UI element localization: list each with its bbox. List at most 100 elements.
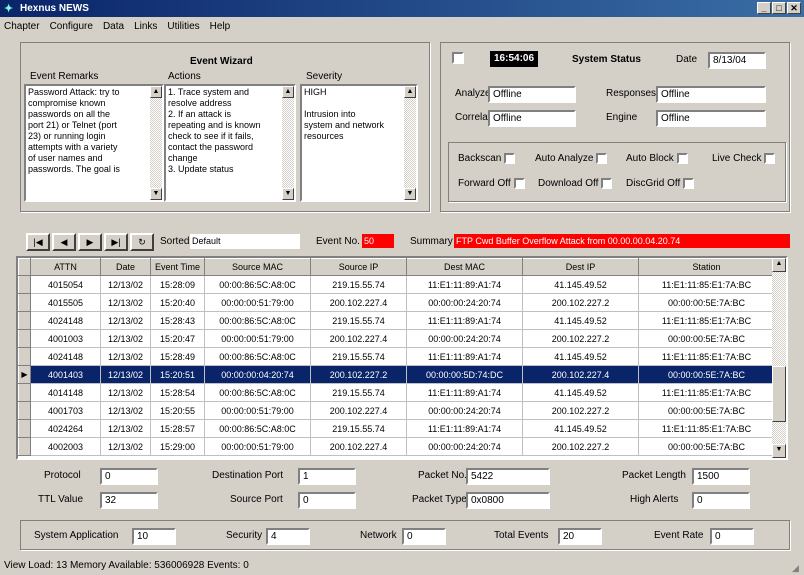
scroll-down-icon[interactable]: ▼ [772,444,786,458]
checkbox-icon[interactable] [683,178,695,189]
auto-block-check[interactable]: Auto Block [626,153,688,164]
engine-field[interactable]: Offline [656,110,766,127]
table-cell[interactable]: 00:00:00:5E:7A:BC [638,293,775,312]
actions-text[interactable]: 1. Trace system and resolve address 2. I… [164,84,296,202]
live-check-check[interactable]: Live Check [712,153,776,164]
network-field[interactable]: 0 [402,528,446,545]
table-cell[interactable]: 4024264 [30,419,101,438]
remarks-scrollbar[interactable]: ▲ ▼ [150,86,162,200]
table-cell[interactable]: 12/13/02 [100,275,151,294]
table-cell[interactable]: 11:E1:11:85:E1:7A:BC [638,419,775,438]
table-cell[interactable]: 00:00:00:5E:7A:BC [638,365,775,384]
table-cell[interactable]: 00:00:00:5E:7A:BC [638,401,775,420]
table-cell[interactable]: 200.102.227.4 [310,401,407,420]
table-cell[interactable]: 00:00:00:51:79:00 [204,329,311,348]
table-row[interactable]: 4001003 12/13/02 15:20:47 00:00:00:51:79:00… [18,329,775,348]
table-cell[interactable]: 11:E1:11:85:E1:7A:BC [638,311,775,330]
download-off-check[interactable]: Download Off [538,178,613,189]
row-selector[interactable] [18,419,31,438]
resize-grip-icon[interactable]: ◢ [792,563,802,573]
table-cell[interactable]: 00:00:00:51:79:00 [204,401,311,420]
table-cell[interactable]: 200.102.227.4 [310,437,407,456]
table-cell[interactable]: 00:00:86:5C:A8:0C [204,275,311,294]
table-cell[interactable]: 12/13/02 [100,311,151,330]
row-pointer-icon[interactable]: ▶ [18,365,31,384]
table-cell[interactable]: 12/13/02 [100,293,151,312]
packet-length-field[interactable]: 1500 [692,468,750,485]
table-cell[interactable]: 15:29:00 [150,437,205,456]
table-cell[interactable]: 4015505 [30,293,101,312]
table-cell[interactable]: 41.145.49.52 [522,275,639,294]
menu-data[interactable]: Data [103,21,124,32]
table-cell[interactable]: 4002003 [30,437,101,456]
col-source-mac[interactable]: Source MAC [204,258,311,276]
table-cell[interactable]: 00:00:00:5E:7A:BC [638,329,775,348]
table-cell[interactable]: 4024148 [30,347,101,366]
table-cell[interactable]: 11:E1:11:85:E1:7A:BC [638,347,775,366]
table-cell[interactable]: 11:E1:11:89:A1:74 [406,347,523,366]
table-cell[interactable]: 200.102.227.4 [310,329,407,348]
date-field[interactable]: 8/13/04 [708,52,766,69]
table-row[interactable]: ▶ 4001403 12/13/02 15:20:51 00:00:00:04:20:7… [18,365,775,384]
correlation-field[interactable]: Offline [488,110,576,127]
table-cell[interactable]: 11:E1:11:89:A1:74 [406,419,523,438]
row-selector[interactable] [18,383,31,402]
col-station[interactable]: Station [638,258,775,276]
col-dest-ip[interactable]: Dest IP [522,258,639,276]
table-cell[interactable]: 200.102.227.4 [522,365,639,384]
high-alerts-field[interactable]: 0 [692,492,750,509]
table-cell[interactable]: 00:00:00:24:20:74 [406,329,523,348]
table-cell[interactable]: 00:00:00:5E:7A:BC [638,437,775,456]
table-cell[interactable]: 4015054 [30,275,101,294]
refresh-button[interactable]: ↻ [130,233,154,251]
ttl-field[interactable]: 32 [100,492,158,509]
menu-help[interactable]: Help [210,21,231,32]
table-cell[interactable]: 15:28:43 [150,311,205,330]
row-selector[interactable] [18,311,31,330]
table-cell[interactable]: 00:00:00:24:20:74 [406,437,523,456]
last-record-button[interactable]: ▶| [104,233,128,251]
table-cell[interactable]: 15:28:54 [150,383,205,402]
minimize-button[interactable]: _ [757,2,771,14]
table-row[interactable]: 4024148 12/13/02 15:28:49 00:00:86:5C:A8:0C… [18,347,775,366]
row-selector[interactable] [18,347,31,366]
packet-no-field[interactable]: 5422 [466,468,550,485]
scroll-up-icon[interactable]: ▲ [404,86,416,98]
table-row[interactable]: 4015054 12/13/02 15:28:09 00:00:86:5C:A8:0C… [18,275,775,294]
table-row[interactable]: 4024148 12/13/02 15:28:43 00:00:86:5C:A8:0C… [18,311,775,330]
dest-port-field[interactable]: 1 [298,468,356,485]
table-cell[interactable]: 219.15.55.74 [310,311,407,330]
close-button[interactable]: ✕ [787,2,801,14]
table-scrollbar[interactable]: ▲ ▼ [772,258,786,458]
table-cell[interactable]: 15:28:57 [150,419,205,438]
table-row[interactable]: 4015505 12/13/02 15:20:40 00:00:00:51:79:00… [18,293,775,312]
table-cell[interactable]: 11:E1:11:85:E1:7A:BC [638,383,775,402]
source-port-field[interactable]: 0 [298,492,356,509]
row-selector[interactable] [18,293,31,312]
event-remarks-text[interactable]: Password Attack: try to compromise known… [24,84,164,202]
scroll-down-icon[interactable]: ▼ [282,188,294,200]
severity-text[interactable]: HIGH Intrusion into system and network r… [300,84,418,202]
row-selector[interactable] [18,275,31,294]
table-cell[interactable]: 200.102.227.2 [522,437,639,456]
table-cell[interactable]: 41.145.49.52 [522,419,639,438]
table-cell[interactable]: 11:E1:11:89:A1:74 [406,311,523,330]
menu-chapter[interactable]: Chapter [4,21,40,32]
checkbox-icon[interactable] [764,153,776,164]
table-cell[interactable]: 200.102.227.2 [522,329,639,348]
scroll-thumb[interactable] [772,366,786,422]
table-cell[interactable]: 4001003 [30,329,101,348]
checkbox-icon[interactable] [676,153,688,164]
col-attn[interactable]: ATTN [30,258,101,276]
analyzer-field[interactable]: Offline [488,86,576,103]
col-dest-mac[interactable]: Dest MAC [406,258,523,276]
table-cell[interactable]: 219.15.55.74 [310,347,407,366]
discgrid-off-check[interactable]: DiscGrid Off [626,178,695,189]
auto-analyze-check[interactable]: Auto Analyze [535,153,608,164]
table-cell[interactable]: 00:00:00:04:20:74 [204,365,311,384]
scroll-down-icon[interactable]: ▼ [150,188,162,200]
table-cell[interactable]: 11:E1:11:85:E1:7A:BC [638,275,775,294]
severity-scrollbar[interactable]: ▲ ▼ [404,86,416,200]
table-cell[interactable]: 4014148 [30,383,101,402]
table-cell[interactable]: 00:00:86:5C:A8:0C [204,419,311,438]
